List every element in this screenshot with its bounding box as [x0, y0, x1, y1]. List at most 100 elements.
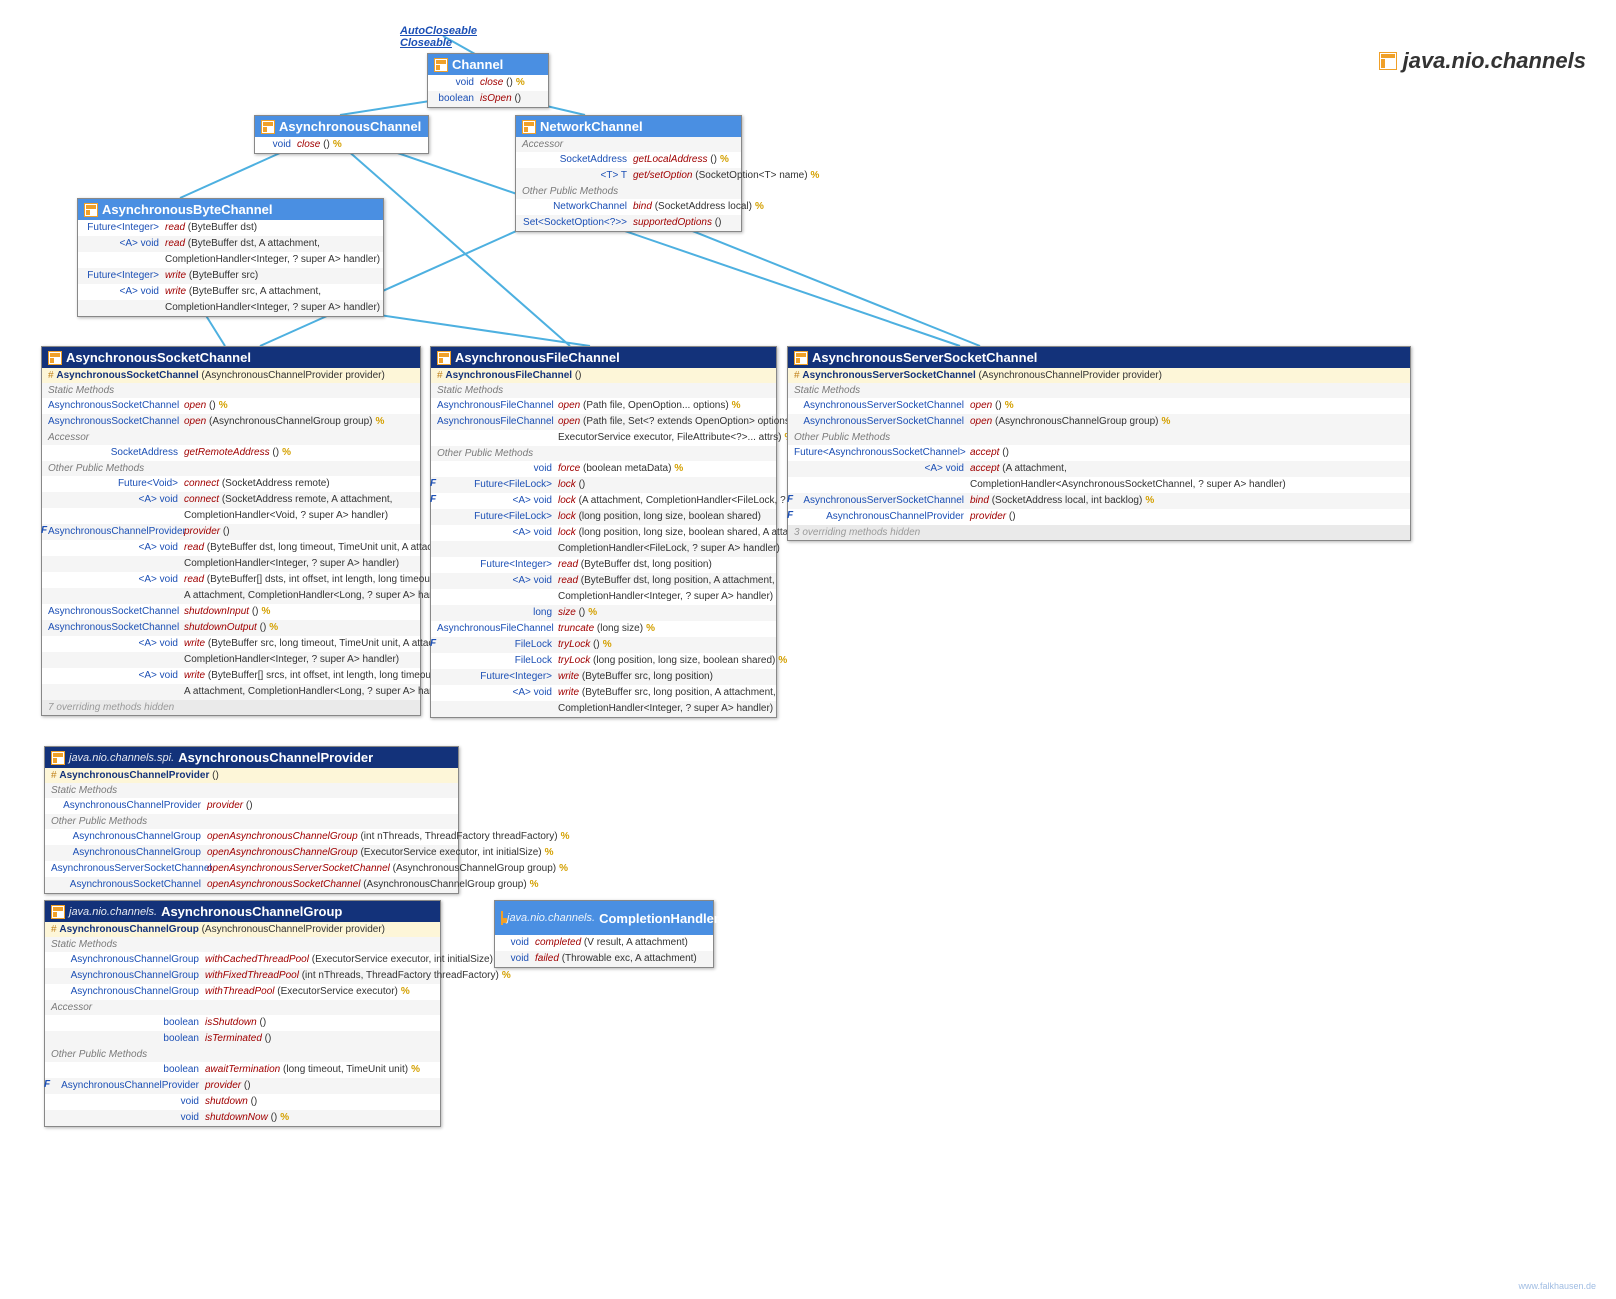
method-row: FAsynchronousChannelProviderprovider ()	[42, 524, 420, 540]
method-row: Future<Integer>write (ByteBuffer src)	[78, 268, 383, 284]
interface-icon	[434, 58, 448, 72]
method-row: AsynchronousChannelGroupwithFixedThreadP…	[45, 968, 440, 984]
method-row: AsynchronousFileChanneltruncate (long si…	[431, 621, 776, 637]
method-row-cont: ExecutorService executor, FileAttribute<…	[431, 430, 776, 446]
class-icon	[51, 751, 65, 765]
link-closeable[interactable]: Closeable	[400, 37, 477, 49]
hdr-async-byte-channel: AsynchronousByteChannel	[78, 199, 383, 220]
method-row: FFileLocktryLock ()%	[431, 637, 776, 653]
class-icon	[48, 351, 62, 365]
method-row: <A> voidread (ByteBuffer dst, long posit…	[431, 573, 776, 589]
section-label: Static Methods	[431, 383, 776, 398]
method-row: Future<Integer>read (ByteBuffer dst)	[78, 220, 383, 236]
section-label: Static Methods	[788, 383, 1410, 398]
method-row: FFuture<FileLock>lock ()	[431, 477, 776, 493]
section-label: Static Methods	[45, 937, 440, 952]
method-row-cont: A attachment, CompletionHandler<Long, ? …	[42, 684, 420, 700]
constructor: # AsynchronousChannelProvider ()	[45, 768, 458, 783]
method-row: AsynchronousServerSocketChannelopen (Asy…	[788, 414, 1410, 430]
box-channel: Channel voidclose ()%booleanisOpen ()	[427, 53, 549, 108]
method-row: longsize ()%	[431, 605, 776, 621]
constructor: # AsynchronousChannelGroup (Asynchronous…	[45, 922, 440, 937]
method-row: booleanisOpen ()	[428, 91, 548, 107]
section-label: Static Methods	[45, 783, 458, 798]
interface-icon	[84, 203, 98, 217]
method-row: Future<Void>connect (SocketAddress remot…	[42, 476, 420, 492]
method-row: <A> voidread (ByteBuffer dst, long timeo…	[42, 540, 420, 556]
section-label: Other Public Methods	[788, 430, 1410, 445]
box-async-channel-group: java.nio.channels. AsynchronousChannelGr…	[44, 900, 441, 1127]
method-row: AsynchronousSocketChannelopen ()%	[42, 398, 420, 414]
method-row: <A> voidwrite (ByteBuffer src, A attachm…	[78, 284, 383, 300]
section-label: Accessor	[45, 1000, 440, 1015]
method-row: AsynchronousChannelGroupwithThreadPool (…	[45, 984, 440, 1000]
hdr-channel: Channel	[428, 54, 548, 75]
interface-icon	[522, 120, 536, 134]
method-row: AsynchronousServerSocketChannelopenAsync…	[45, 861, 458, 877]
method-row: booleanawaitTermination (long timeout, T…	[45, 1062, 440, 1078]
hdr-network-channel: NetworkChannel	[516, 116, 741, 137]
method-row: voidclose ()%	[428, 75, 548, 91]
section-label: Accessor	[516, 137, 741, 152]
method-row: booleanisShutdown ()	[45, 1015, 440, 1031]
method-row-cont: CompletionHandler<Integer, ? super A> ha…	[42, 652, 420, 668]
method-row: AsynchronousFileChannelopen (Path file, …	[431, 414, 776, 430]
method-row: Future<Integer>read (ByteBuffer dst, lon…	[431, 557, 776, 573]
method-row: SocketAddressgetRemoteAddress ()%	[42, 445, 420, 461]
method-row-cont: CompletionHandler<Integer, ? super A> ha…	[78, 300, 383, 316]
section-label: Static Methods	[42, 383, 420, 398]
box-network-channel: NetworkChannel AccessorSocketAddressgetL…	[515, 115, 742, 232]
interface-icon	[261, 120, 275, 134]
method-row: Set<SocketOption<?>>supportedOptions ()	[516, 215, 741, 231]
interface-icon	[501, 911, 503, 925]
method-row-cont: CompletionHandler<Integer, ? super A> ha…	[42, 556, 420, 572]
box-async-socket-channel: AsynchronousSocketChannel # Asynchronous…	[41, 346, 421, 716]
method-row: <A> voidlock (long position, long size, …	[431, 525, 776, 541]
hdr-async-channel-group: java.nio.channels. AsynchronousChannelGr…	[45, 901, 440, 922]
page-title: java.nio.channels	[1379, 48, 1586, 74]
method-row: AsynchronousSocketChannelopen (Asynchron…	[42, 414, 420, 430]
method-row: FAsynchronousServerSocketChannelbind (So…	[788, 493, 1410, 509]
method-row: <A> voidread (ByteBuffer dst, A attachme…	[78, 236, 383, 252]
section-label: Accessor	[42, 430, 420, 445]
method-row-cont: CompletionHandler<Integer, ? super A> ha…	[78, 252, 383, 268]
method-row: AsynchronousServerSocketChannelopen ()%	[788, 398, 1410, 414]
class-icon	[794, 351, 808, 365]
method-row: AsynchronousSocketChannelopenAsynchronou…	[45, 877, 458, 893]
method-row: booleanisTerminated ()	[45, 1031, 440, 1047]
method-row: voidshutdown ()	[45, 1094, 440, 1110]
method-row: FAsynchronousChannelProviderprovider ()	[788, 509, 1410, 525]
method-row: <A> voidconnect (SocketAddress remote, A…	[42, 492, 420, 508]
method-row: <A> voidaccept (A attachment,	[788, 461, 1410, 477]
method-row-cont: A attachment, CompletionHandler<Long, ? …	[42, 588, 420, 604]
method-row: voidclose ()%	[255, 137, 428, 153]
box-async-byte-channel: AsynchronousByteChannel Future<Integer>r…	[77, 198, 384, 317]
section-label: Other Public Methods	[431, 446, 776, 461]
section-label: Other Public Methods	[42, 461, 420, 476]
attribution: www.falkhausen.de	[1518, 1281, 1596, 1291]
link-autocloseable[interactable]: AutoCloseable	[400, 25, 477, 37]
constructor: # AsynchronousServerSocketChannel (Async…	[788, 368, 1410, 383]
method-row: <A> voidread (ByteBuffer[] dsts, int off…	[42, 572, 420, 588]
box-async-server-socket-channel: AsynchronousServerSocketChannel # Asynch…	[787, 346, 1411, 541]
hidden-note: 7 overriding methods hidden	[42, 700, 420, 715]
method-row: voidfailed (Throwable exc, A attachment)	[495, 951, 713, 967]
box-async-file-channel: AsynchronousFileChannel # AsynchronousFi…	[430, 346, 777, 718]
box-async-channel: AsynchronousChannel voidclose ()%	[254, 115, 429, 154]
method-row-cont: CompletionHandler<Integer, ? super A> ha…	[431, 589, 776, 605]
hdr-async-channel: AsynchronousChannel	[255, 116, 428, 137]
section-label: Other Public Methods	[45, 1047, 440, 1062]
hdr-completion-handler: java.nio.channels. CompletionHandler <V,…	[495, 901, 713, 935]
box-completion-handler: java.nio.channels. CompletionHandler <V,…	[494, 900, 714, 968]
hdr-async-server-socket-channel: AsynchronousServerSocketChannel	[788, 347, 1410, 368]
section-label: Other Public Methods	[45, 814, 458, 829]
method-row: Future<FileLock>lock (long position, lon…	[431, 509, 776, 525]
method-row: voidcompleted (V result, A attachment)	[495, 935, 713, 951]
method-row: NetworkChannelbind (SocketAddress local)…	[516, 199, 741, 215]
method-row-cont: CompletionHandler<Integer, ? super A> ha…	[431, 701, 776, 717]
method-row: AsynchronousSocketChannelshutdownInput (…	[42, 604, 420, 620]
method-row: voidshutdownNow ()%	[45, 1110, 440, 1126]
section-label: Other Public Methods	[516, 184, 741, 199]
constructor: # AsynchronousSocketChannel (Asynchronou…	[42, 368, 420, 383]
hidden-note: 3 overriding methods hidden	[788, 525, 1410, 540]
